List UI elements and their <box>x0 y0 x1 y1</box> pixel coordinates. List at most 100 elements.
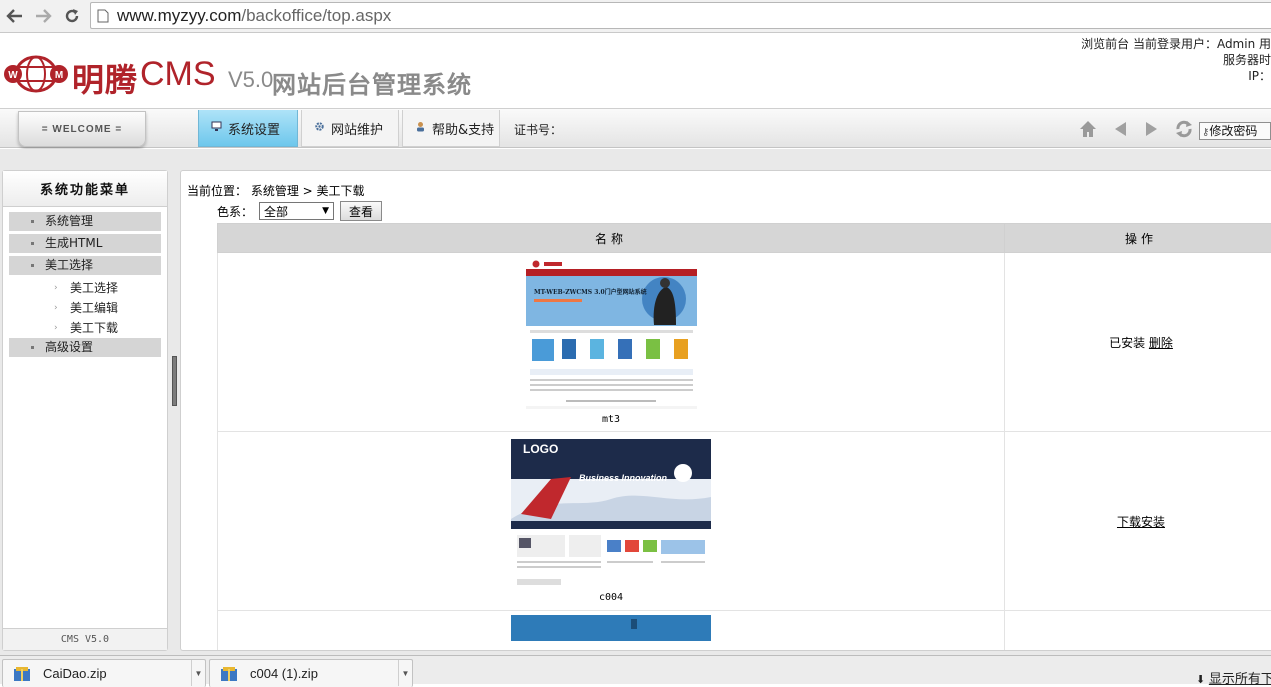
dropdown-arrow-icon: ▼ <box>322 206 329 216</box>
tab-label: 网站维护 <box>331 119 383 138</box>
brand-name: 明腾 <box>72 55 138 101</box>
brand-cms: CMS <box>140 55 216 94</box>
bullet-icon <box>31 264 34 267</box>
toolbar-icons <box>1072 116 1200 142</box>
sidebar-splitter-handle[interactable] <box>172 356 177 406</box>
chevron-down-icon[interactable]: ▼ <box>398 660 412 686</box>
action-cell: 下载安装 <box>1005 432 1271 611</box>
user-info-line[interactable]: 浏览前台 当前登录用户：Admin 用 <box>1081 36 1271 52</box>
cert-number: 证书号： <box>514 121 562 138</box>
change-password-button[interactable]: ⚷修改密码 <box>1199 122 1271 140</box>
col-header-name: 名称 <box>218 224 1005 253</box>
download-filename: c004 (1).zip <box>250 666 318 681</box>
template-thumbnail[interactable] <box>511 615 711 641</box>
breadcrumb: 当前位置： 系统管理 > 美工下载 <box>187 182 365 199</box>
tab-site-maintenance[interactable]: 网站维护 <box>301 110 399 147</box>
forward-icon[interactable] <box>32 5 54 27</box>
sidebar-subitem-label: 美工选择 <box>54 281 118 295</box>
tab-system-settings[interactable]: 系统设置 <box>198 110 298 147</box>
sidebar-title: 系统功能菜单 <box>3 171 167 207</box>
template-cell <box>218 611 1005 651</box>
color-select[interactable]: 全部 ▼ <box>259 202 334 220</box>
sidebar-subitem-edit[interactable]: ›美工编辑 <box>3 298 167 318</box>
chevron-right-icon: › <box>54 298 58 318</box>
tab-label: 帮助&支持 <box>432 119 494 138</box>
brand-subtitle: 网站后台管理系统 <box>272 65 472 100</box>
installed-status: 已安装 <box>1109 336 1145 350</box>
bullet-icon <box>31 220 34 223</box>
download-arrow-icon: ⬇ <box>1196 674 1205 686</box>
user-icon <box>415 121 426 135</box>
refresh-icon[interactable] <box>1168 119 1200 139</box>
template-name: mt3 <box>219 414 1003 425</box>
main-nav: = WELCOME = 系统设置 网站维护 帮助&支持 证书号： ⚷修改 <box>0 108 1271 148</box>
filter-row: 色系： 全部 ▼ 查看 <box>217 201 382 221</box>
chevron-down-icon[interactable]: ▼ <box>191 660 205 686</box>
sidebar-item-label: 系统管理 <box>45 214 93 228</box>
site-header: W M 明腾 CMS V5.0 网站后台管理系统 浏览前台 当前登录用户：Adm… <box>0 33 1271 109</box>
download-item[interactable]: CaiDao.zip ▼ <box>2 659 206 687</box>
svg-text:Business Innovation: Business Innovation <box>579 473 668 483</box>
sidebar-item-system[interactable]: 系统管理 <box>9 212 161 231</box>
address-bar[interactable]: www.myzyy.com/backoffice/top.aspx <box>90 2 1271 29</box>
browser-toolbar: www.myzyy.com/backoffice/top.aspx <box>0 0 1271 33</box>
filter-label: 色系： <box>217 203 253 220</box>
svg-text:LOGO: LOGO <box>523 442 558 456</box>
svg-text:M: M <box>55 70 63 81</box>
sidebar-item-html[interactable]: 生成HTML <box>9 234 161 253</box>
page-icon <box>97 9 109 23</box>
monitor-icon <box>211 121 222 135</box>
view-button[interactable]: 查看 <box>340 201 382 221</box>
server-time-line: 服务器时 <box>1081 52 1271 68</box>
welcome-button[interactable]: = WELCOME = <box>18 111 146 147</box>
bullet-icon <box>31 242 34 245</box>
breadcrumb-label: 当前位置： <box>187 184 247 198</box>
chevron-right-icon: › <box>54 278 58 298</box>
download-filename: CaiDao.zip <box>43 666 107 681</box>
table-row: LOGO Business Innovation <box>218 432 1271 611</box>
back-icon[interactable] <box>4 5 26 27</box>
table-header-row: 名称 操作 <box>218 224 1271 253</box>
url-text: www.myzyy.com/backoffice/top.aspx <box>117 6 391 26</box>
reload-icon[interactable] <box>61 5 83 27</box>
zip-file-icon <box>13 666 31 682</box>
sidebar-subitem-select[interactable]: ›美工选择 <box>3 278 167 298</box>
delete-link[interactable]: 删除 <box>1149 336 1173 350</box>
tab-help-support[interactable]: 帮助&支持 <box>402 110 500 147</box>
sidebar-subitem-label: 美工下载 <box>54 321 118 335</box>
template-cell: MT-WEB-ZWCMS 3.0门户型网站系统 <box>218 253 1005 432</box>
ip-line: IP： <box>1081 68 1271 84</box>
user-info: 浏览前台 当前登录用户：Admin 用 服务器时 IP： <box>1081 36 1271 84</box>
forward-arrow-icon[interactable] <box>1136 120 1168 138</box>
brand-version: V5.0 <box>228 67 273 93</box>
home-icon[interactable] <box>1072 119 1104 139</box>
template-table: 名称 操作 MT-WEB-ZWCMS 3.0门户型网站系统 <box>217 223 1271 651</box>
sidebar-item-advanced[interactable]: 高级设置 <box>9 338 161 357</box>
template-thumbnail-c004[interactable]: LOGO Business Innovation <box>511 439 711 587</box>
sidebar: 系统功能菜单 系统管理 生成HTML 美工选择 ›美工选择 ›美工编辑 ›美工下… <box>2 170 168 651</box>
sidebar-item-template[interactable]: 美工选择 <box>9 256 161 275</box>
main-panel: 当前位置： 系统管理 > 美工下载 色系： 全部 ▼ 查看 名称 操作 <box>180 170 1271 651</box>
sidebar-item-label: 高级设置 <box>45 340 93 354</box>
download-install-link[interactable]: 下载安装 <box>1117 515 1165 529</box>
color-select-value: 全部 <box>264 203 288 220</box>
col-header-action: 操作 <box>1005 224 1271 253</box>
sidebar-footer: CMS V5.0 <box>3 628 167 650</box>
breadcrumb-path: 系统管理 > 美工下载 <box>251 184 365 198</box>
download-item[interactable]: c004 (1).zip ▼ <box>209 659 413 687</box>
sidebar-item-label: 生成HTML <box>45 236 102 250</box>
show-all-downloads-link[interactable]: ⬇ 显示所有下 <box>1196 668 1271 687</box>
table-row <box>218 611 1271 651</box>
bullet-icon <box>31 346 34 349</box>
chevron-right-icon: › <box>54 318 58 338</box>
tab-label: 系统设置 <box>228 119 280 138</box>
sidebar-subitem-download[interactable]: ›美工下载 <box>3 318 167 338</box>
table-row: MT-WEB-ZWCMS 3.0门户型网站系统 <box>218 253 1271 432</box>
sidebar-subitem-label: 美工编辑 <box>54 301 118 315</box>
downloads-bar: CaiDao.zip ▼ c004 (1).zip ▼ ⬇ 显示所有下 <box>0 655 1271 684</box>
brand-logo-icon: W M <box>3 55 69 93</box>
gear-icon <box>314 121 325 135</box>
back-arrow-icon[interactable] <box>1104 120 1136 138</box>
template-thumbnail-mt3[interactable]: MT-WEB-ZWCMS 3.0门户型网站系统 <box>526 259 697 409</box>
content-area: 系统功能菜单 系统管理 生成HTML 美工选择 ›美工选择 ›美工编辑 ›美工下… <box>0 149 1271 655</box>
